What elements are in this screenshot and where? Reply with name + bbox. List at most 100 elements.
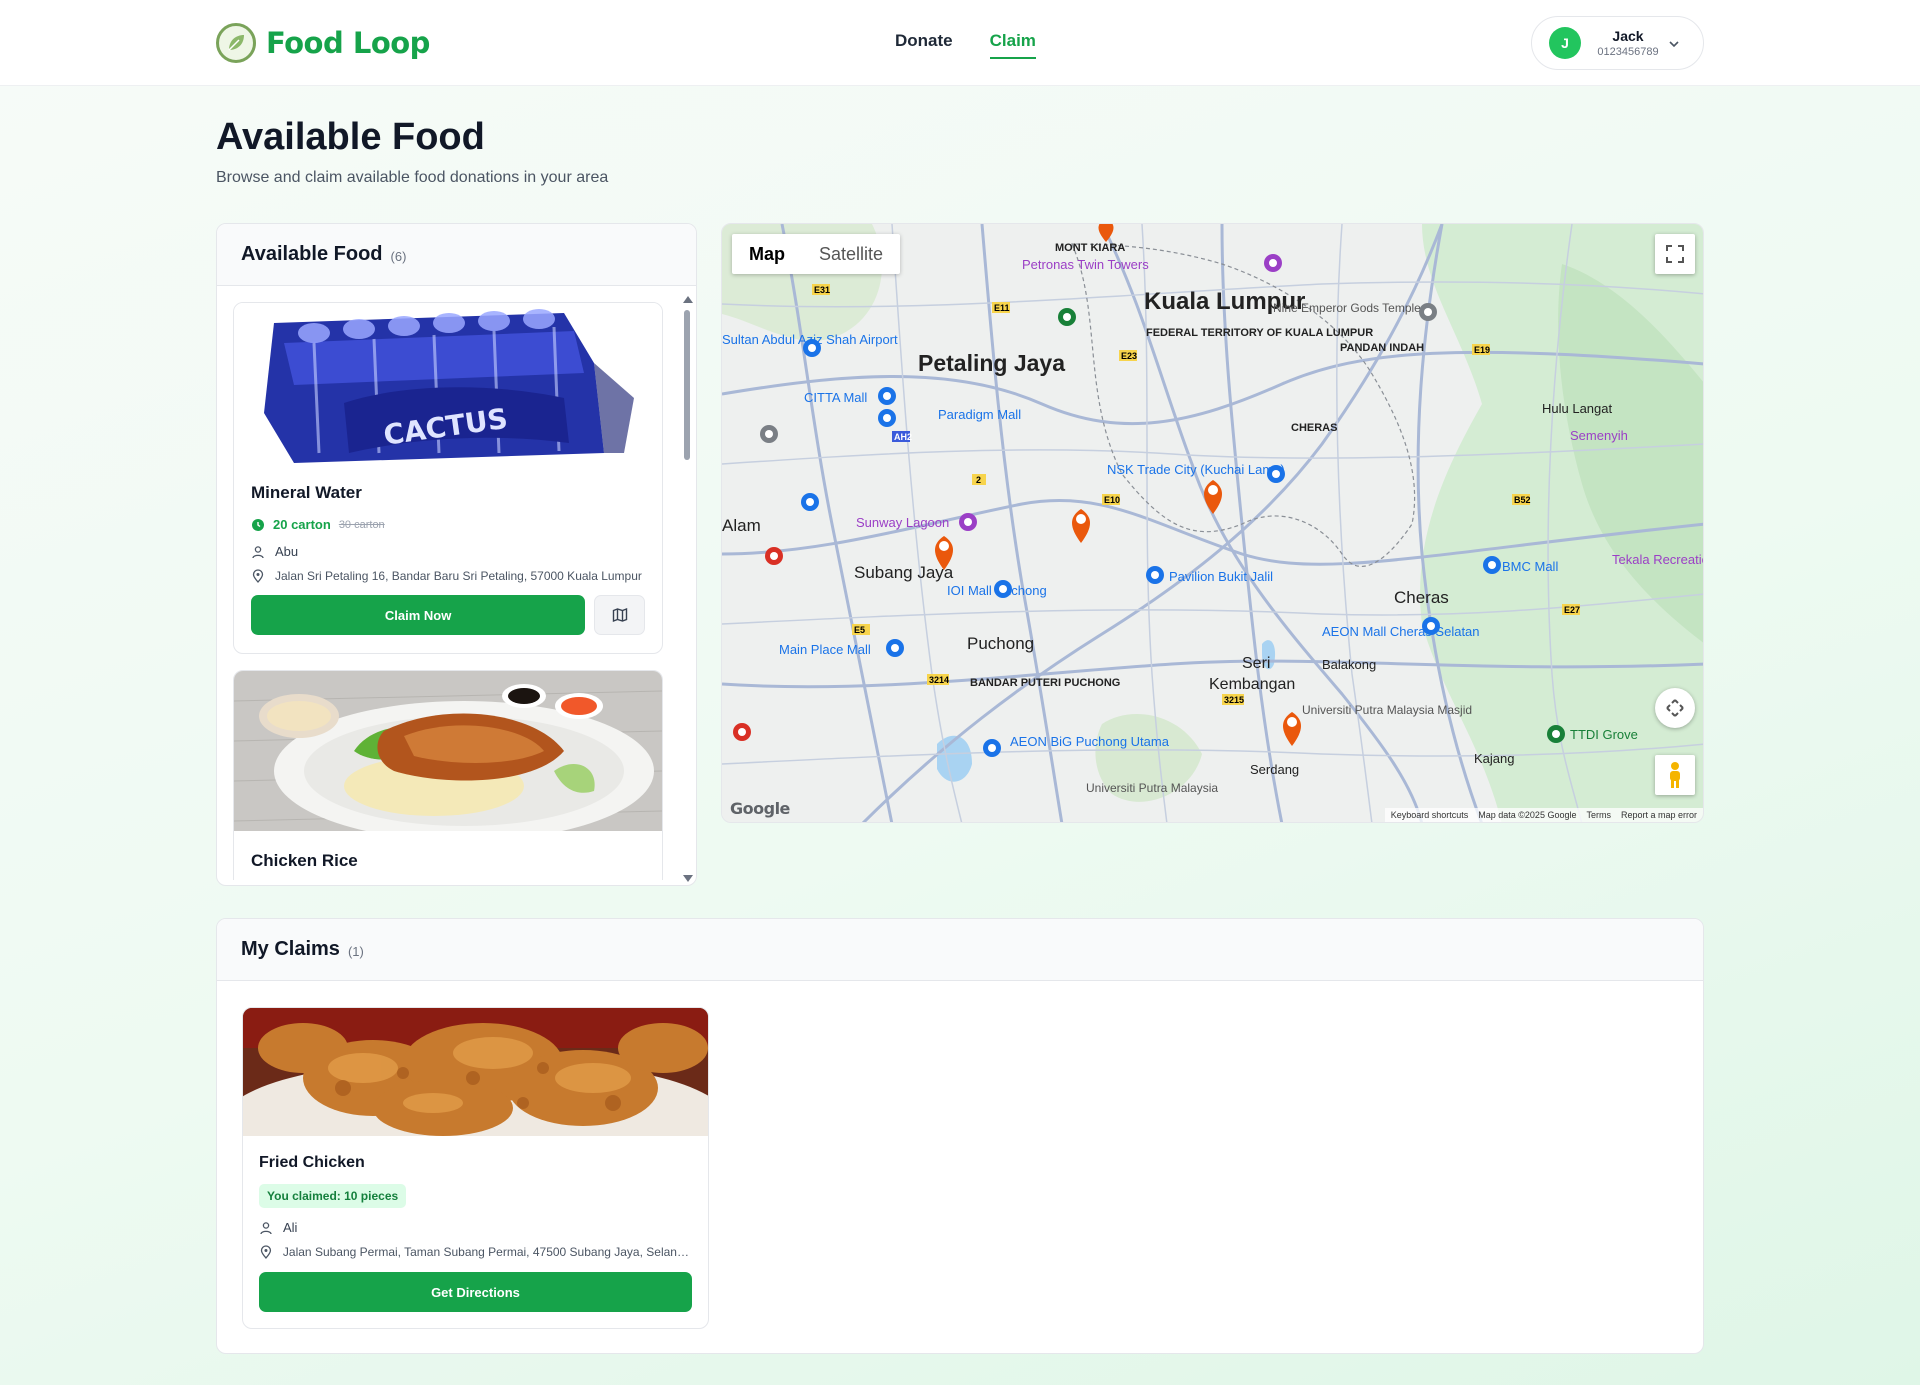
user-icon xyxy=(260,1221,272,1234)
mineral-water-image: CACTUS xyxy=(234,303,662,463)
map-poi-twin: Petronas Twin Towers xyxy=(1022,257,1149,272)
claim-card: Fried Chicken You claimed: 10 pieces Ali… xyxy=(242,1007,709,1329)
claim-address: Jalan Subang Permai, Taman Subang Permai… xyxy=(282,1245,692,1259)
map-poi-citta: CITTA Mall xyxy=(804,390,867,405)
location-pin-icon xyxy=(252,569,264,583)
map-type-toggle: Map Satellite xyxy=(732,234,901,274)
map-poi-sunway: Sunway Lagoon xyxy=(856,515,949,530)
my-claims-panel: My Claims (1) Fried Chicken You claimed:… xyxy=(216,918,1704,1354)
svg-text:E27: E27 xyxy=(1564,605,1580,615)
panel-title: Available Food xyxy=(241,243,383,265)
clock-icon xyxy=(252,518,264,531)
map-tab-map[interactable]: Map xyxy=(732,234,802,274)
map-label-kembangan: Kembangan xyxy=(1209,676,1295,693)
map-poi-mainplace: Main Place Mall xyxy=(779,642,871,657)
street-view-button[interactable] xyxy=(1655,755,1695,795)
map-label-upm: Universiti Putra Malaysia xyxy=(1086,781,1218,795)
claim-now-button[interactable]: Claim Now xyxy=(251,595,586,635)
panel-header: Available Food (6) xyxy=(217,224,696,286)
page-title: Available Food xyxy=(216,116,485,158)
user-phone: 0123456789 xyxy=(1597,46,1659,58)
scroll-down-icon[interactable] xyxy=(683,875,693,882)
map-label-puchong: Puchong xyxy=(967,634,1034,653)
map-poi-ttdi: TTDI Grove xyxy=(1570,727,1638,742)
map-poi-bmc: BMC Mall xyxy=(1502,559,1558,574)
map-label-ftkl: FEDERAL TERRITORY OF KUALA LUMPUR xyxy=(1146,327,1373,339)
map-label-cheras2: CHERAS xyxy=(1291,422,1337,434)
claim-food-name: Fried Chicken xyxy=(259,1154,365,1171)
svg-text:E23: E23 xyxy=(1121,351,1137,361)
leaf-logo-icon xyxy=(216,23,256,63)
page-subtitle: Browse and claim available food donation… xyxy=(216,169,609,186)
food-list[interactable]: CACTUS Mineral Water 20 carton 30 carton… xyxy=(233,302,663,880)
map-tab-satellite[interactable]: Satellite xyxy=(802,234,900,274)
map-label-seri: Seri xyxy=(1242,655,1270,672)
map-label-pandan: PANDAN INDAH xyxy=(1340,342,1424,354)
panel-count: (6) xyxy=(390,249,407,264)
map-label-upmm: Universiti Putra Malaysia Masjid xyxy=(1302,703,1472,717)
terms-link[interactable]: Terms xyxy=(1586,810,1611,820)
map-label-nine: Nine Emperor Gods Temple xyxy=(1273,301,1421,315)
quantity-available: 20 carton xyxy=(273,517,331,532)
map-label-balakong: Balakong xyxy=(1322,657,1376,672)
map-canvas: Kuala Lumpur Petaling Jaya Subang Jaya P… xyxy=(722,224,1704,822)
panel-title: My Claims xyxy=(241,938,340,960)
food-card: Chicken Rice xyxy=(233,670,663,880)
fried-chicken-image xyxy=(243,1008,708,1136)
chicken-rice-image xyxy=(234,671,662,831)
panel-header: My Claims (1) xyxy=(217,919,1703,981)
map-label-kajang: Kajang xyxy=(1474,751,1514,766)
brand-name: Food Loop xyxy=(266,26,430,60)
pegman-icon xyxy=(1670,762,1680,788)
chevron-down-icon xyxy=(1669,41,1679,48)
map-label-mont: MONT KIARA xyxy=(1055,242,1125,254)
map-poi-nsk: NSK Trade City (Kuchai Lama) xyxy=(1107,462,1285,477)
map-poi-paradigm: Paradigm Mall xyxy=(938,407,1021,422)
food-card: CACTUS Mineral Water 20 carton 30 carton… xyxy=(233,302,663,654)
nav-donate[interactable]: Donate xyxy=(895,31,953,59)
main-nav: Donate Claim xyxy=(895,31,1036,59)
fullscreen-icon xyxy=(1666,245,1684,263)
claimed-badge: You claimed: 10 pieces xyxy=(259,1184,407,1208)
report-error-link[interactable]: Report a map error xyxy=(1621,810,1697,820)
svg-text:E31: E31 xyxy=(814,285,830,295)
svg-text:AH2: AH2 xyxy=(894,432,912,442)
food-name: Chicken Rice xyxy=(251,851,358,870)
map-icon xyxy=(612,607,627,623)
fullscreen-button[interactable] xyxy=(1655,234,1695,274)
nav-claim[interactable]: Claim xyxy=(989,31,1036,59)
map-poi-tekala: Tekala Recreation Forest xyxy=(1612,552,1704,567)
food-map[interactable]: Kuala Lumpur Petaling Jaya Subang Jaya P… xyxy=(721,223,1704,823)
food-name: Mineral Water xyxy=(251,483,362,502)
svg-text:3215: 3215 xyxy=(1224,695,1244,705)
map-poi-semenyih: Semenyih xyxy=(1570,428,1628,443)
location-pin-icon xyxy=(260,1245,272,1259)
brand-logo[interactable]: Food Loop xyxy=(216,23,430,63)
scroll-up-icon[interactable] xyxy=(683,296,693,303)
user-icon xyxy=(252,545,264,558)
map-poi-aeonbig: AEON BiG Puchong Utama xyxy=(1010,734,1170,749)
scroll-thumb[interactable] xyxy=(684,310,690,460)
available-food-panel: Available Food (6) CACTUS Mineral Water … xyxy=(216,223,697,886)
top-header: Food Loop Donate Claim J Jack 0123456789 xyxy=(0,0,1920,86)
map-label-serdang: Serdang xyxy=(1250,762,1299,777)
keyboard-shortcuts-link[interactable]: Keyboard shortcuts xyxy=(1391,810,1469,820)
map-label-pj: Petaling Jaya xyxy=(918,350,1065,376)
avatar: J xyxy=(1549,27,1581,59)
svg-text:2: 2 xyxy=(976,475,981,485)
map-poi-pavilion: Pavilion Bukit Jalil xyxy=(1169,569,1273,584)
donor-name: Ali xyxy=(283,1220,298,1235)
svg-text:E19: E19 xyxy=(1474,345,1490,355)
view-on-map-button[interactable] xyxy=(594,595,645,635)
map-poi-aeon: AEON Mall Cheras Selatan xyxy=(1322,624,1480,639)
map-label-cheras: Cheras xyxy=(1394,588,1449,607)
svg-text:B52: B52 xyxy=(1514,495,1531,505)
svg-text:E11: E11 xyxy=(994,303,1010,313)
camera-control-button[interactable] xyxy=(1655,688,1695,728)
user-menu[interactable]: J Jack 0123456789 xyxy=(1531,16,1704,70)
scrollbar[interactable] xyxy=(681,290,693,884)
map-footer: Keyboard shortcuts Map data ©2025 Google… xyxy=(1384,808,1703,822)
map-data-text: Map data ©2025 Google xyxy=(1478,810,1577,820)
map-label-hulu: Hulu Langat xyxy=(1542,401,1612,416)
get-directions-button[interactable]: Get Directions xyxy=(259,1272,692,1312)
